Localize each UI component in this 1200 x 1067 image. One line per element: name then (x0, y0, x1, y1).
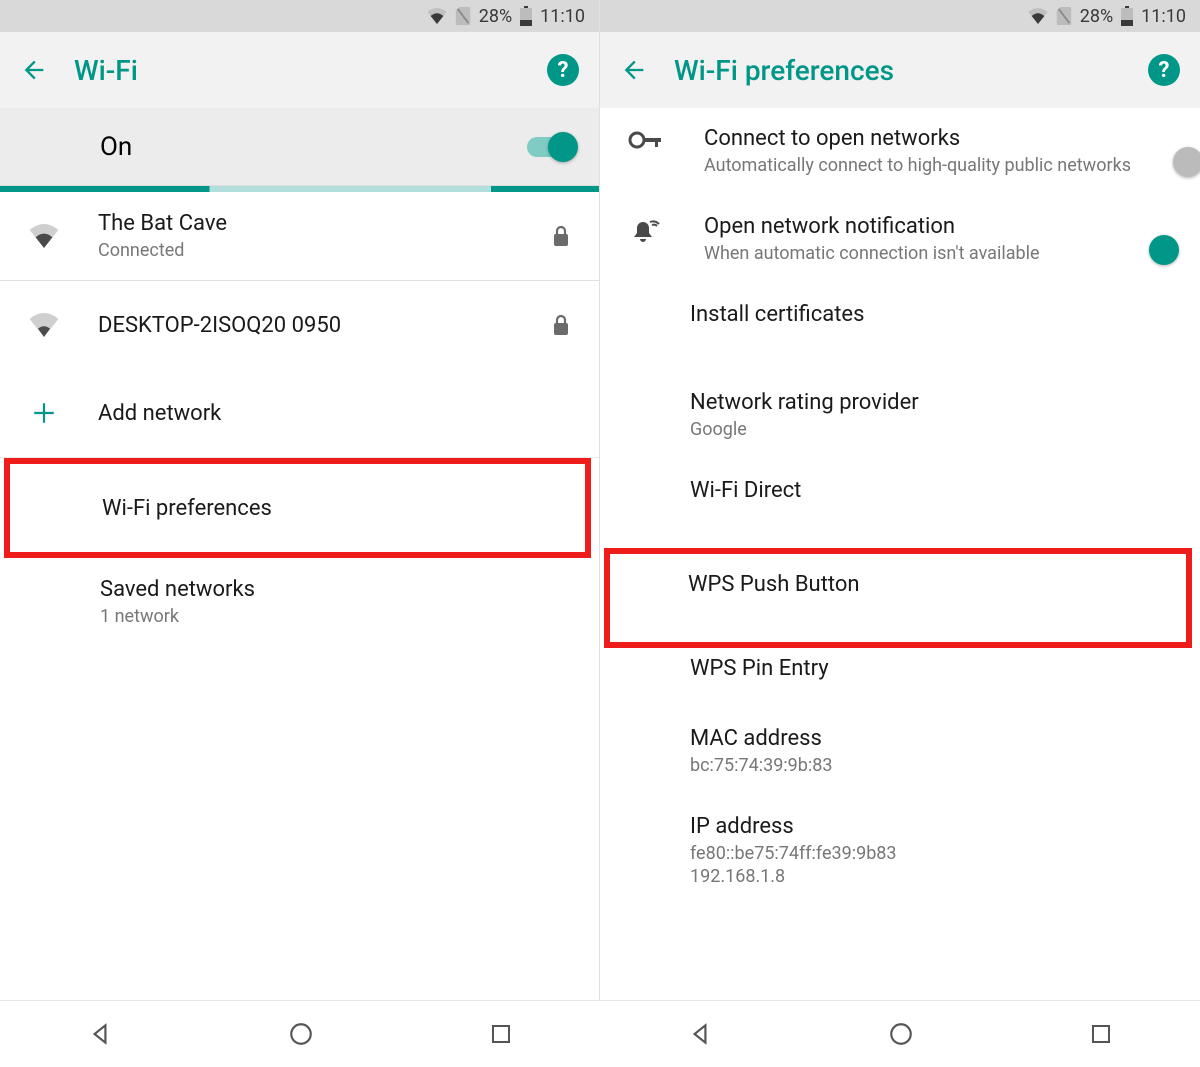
app-bar: Wi-Fi ? (0, 32, 599, 108)
item-subtitle: When automatic connection isn't availabl… (704, 243, 1146, 264)
mac-address-value: bc:75:74:39:9b:83 (690, 755, 1176, 776)
battery-percent: 28% (1080, 6, 1113, 27)
page-title: Wi-Fi preferences (674, 54, 1122, 87)
network-status: Connected (98, 240, 517, 261)
highlight-wifi-preferences: Wi-Fi preferences (4, 458, 591, 558)
back-button[interactable] (620, 56, 648, 84)
network-ssid: The Bat Cave (98, 211, 517, 236)
saved-networks-label: Saved networks (100, 577, 575, 602)
phone-right: 28% 11:10 Wi-Fi preferences ? Connect to… (600, 0, 1200, 1000)
wifi-preferences-row[interactable]: Wi-Fi preferences (10, 464, 585, 552)
wps-pin-entry-row[interactable]: WPS Pin Entry (600, 648, 1200, 708)
item-title: WPS Pin Entry (690, 656, 1176, 681)
help-button[interactable]: ? (1148, 54, 1180, 86)
no-sim-icon (455, 7, 471, 25)
key-icon (616, 126, 674, 150)
open-network-notification-row[interactable]: Open network notification When automatic… (600, 196, 1200, 284)
wifi-master-toggle-row[interactable]: On (0, 108, 599, 186)
highlight-wps-push: WPS Push Button (604, 548, 1192, 648)
add-network-row[interactable]: Add network (0, 369, 599, 457)
network-row[interactable]: The Bat Cave Connected (0, 192, 599, 280)
wifi-status-icon (427, 8, 447, 24)
status-bar: 28% 11:10 (600, 0, 1200, 32)
connect-open-networks-row[interactable]: Connect to open networks Automatically c… (600, 108, 1200, 196)
ip-address-row: IP address fe80::be75:74ff:fe39:9b83 192… (600, 796, 1200, 887)
ip-address-value-2: 192.168.1.8 (690, 866, 1176, 887)
battery-icon (1121, 6, 1133, 26)
item-title: Network rating provider (690, 390, 1176, 415)
item-title: Open network notification (704, 214, 1146, 239)
nav-back-button[interactable] (687, 1021, 713, 1047)
add-network-label: Add network (98, 401, 575, 426)
clock: 11:10 (540, 6, 585, 27)
lock-icon (547, 225, 575, 247)
wifi-status-icon (1028, 8, 1048, 24)
nav-recents-button[interactable] (489, 1022, 513, 1046)
mac-address-row: MAC address bc:75:74:39:9b:83 (600, 708, 1200, 796)
page-title: Wi-Fi (74, 54, 521, 87)
item-title: MAC address (690, 726, 1176, 751)
item-subtitle: Automatically connect to high-quality pu… (704, 155, 1146, 176)
clock: 11:10 (1141, 6, 1186, 27)
wifi-toggle-label: On (100, 132, 527, 162)
network-ssid: DESKTOP-2ISOQ20 0950 (98, 313, 517, 338)
wifi-signal-icon (20, 313, 68, 337)
saved-networks-row[interactable]: Saved networks 1 network (0, 558, 599, 646)
nav-back-button[interactable] (87, 1021, 113, 1047)
ip-address-value: fe80::be75:74ff:fe39:9b83 (690, 843, 1176, 864)
network-row[interactable]: DESKTOP-2ISOQ20 0950 (0, 281, 599, 369)
wifi-signal-icon (20, 224, 68, 248)
wifi-toggle-switch[interactable] (527, 137, 575, 157)
item-title: Wi-Fi Direct (690, 478, 1176, 503)
item-subtitle: Google (690, 419, 1176, 440)
nav-recents-button[interactable] (1089, 1022, 1113, 1046)
plus-icon (20, 400, 68, 426)
lock-icon (547, 314, 575, 336)
item-title: WPS Push Button (688, 572, 1162, 597)
item-title: Connect to open networks (704, 126, 1146, 151)
item-title: IP address (690, 814, 1176, 839)
status-bar: 28% 11:10 (0, 0, 599, 32)
phone-left: 28% 11:10 Wi-Fi ? On The Bat Cave Conne (0, 0, 600, 1000)
battery-percent: 28% (479, 6, 512, 27)
install-certificates-row[interactable]: Install certificates (600, 284, 1200, 372)
network-rating-provider-row[interactable]: Network rating provider Google (600, 372, 1200, 460)
nav-home-button[interactable] (888, 1021, 914, 1047)
item-title: Install certificates (690, 302, 1176, 327)
no-sim-icon (1056, 7, 1072, 25)
help-button[interactable]: ? (547, 54, 579, 86)
wps-push-button-row[interactable]: WPS Push Button (610, 554, 1186, 642)
app-bar: Wi-Fi preferences ? (600, 32, 1200, 108)
wifi-direct-row[interactable]: Wi-Fi Direct (600, 460, 1200, 548)
saved-networks-count: 1 network (100, 606, 575, 627)
back-button[interactable] (20, 56, 48, 84)
bell-wifi-icon (616, 214, 674, 248)
wifi-preferences-label: Wi-Fi preferences (102, 496, 561, 521)
nav-home-button[interactable] (288, 1021, 314, 1047)
battery-icon (520, 6, 532, 26)
android-nav-bar (0, 1000, 1200, 1067)
